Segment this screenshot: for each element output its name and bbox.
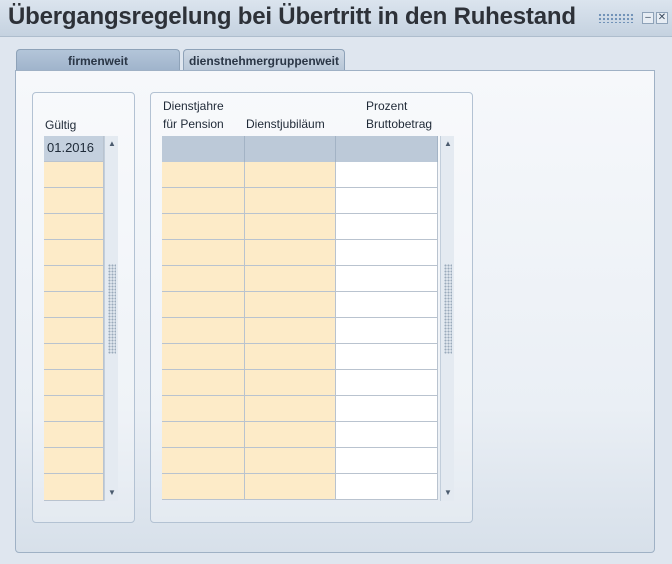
prozent-cell[interactable] bbox=[336, 344, 438, 370]
grid-header-cell bbox=[162, 136, 245, 162]
dienstjahre-cell[interactable] bbox=[162, 292, 245, 318]
dienstjahre-cell[interactable] bbox=[162, 240, 245, 266]
dienstjubilaeum-cell[interactable] bbox=[245, 240, 336, 266]
validity-row[interactable] bbox=[44, 344, 104, 370]
dienstjubilaeum-cell[interactable] bbox=[245, 162, 336, 188]
prozent-cell[interactable] bbox=[336, 162, 438, 188]
dienstjahre-cell[interactable] bbox=[162, 370, 245, 396]
minimize-icon[interactable]: – bbox=[642, 12, 654, 24]
dienstjahre-cell[interactable] bbox=[162, 318, 245, 344]
dienstjubilaeum-cell[interactable] bbox=[245, 266, 336, 292]
dienstjahre-cell[interactable] bbox=[162, 422, 245, 448]
validity-row[interactable] bbox=[44, 448, 104, 474]
grid-header-cell bbox=[245, 136, 336, 162]
validity-row[interactable] bbox=[44, 292, 104, 318]
dienstjahre-cell[interactable] bbox=[162, 396, 245, 422]
dienstjubilaeum-cell[interactable] bbox=[245, 396, 336, 422]
scroll-grip[interactable] bbox=[444, 264, 452, 354]
dienstjubilaeum-cell[interactable] bbox=[245, 318, 336, 344]
dienstjubilaeum-cell[interactable] bbox=[245, 214, 336, 240]
dienstjubilaeum-cell[interactable] bbox=[245, 344, 336, 370]
dienstjubilaeum-cell[interactable] bbox=[245, 448, 336, 474]
dienstjubilaeum-cell[interactable] bbox=[245, 474, 336, 500]
tab-firmenweit[interactable]: firmenweit bbox=[16, 49, 180, 71]
chevron-down-icon[interactable]: ▼ bbox=[442, 487, 454, 499]
dienstjubilaeum-cell[interactable] bbox=[245, 422, 336, 448]
validity-row[interactable]: 01.2016 bbox=[44, 136, 104, 162]
tab-label: dienstnehmergruppenweit bbox=[188, 54, 340, 68]
grip-handle-icon[interactable] bbox=[598, 13, 634, 23]
dienstjahre-cell[interactable] bbox=[162, 266, 245, 292]
dienstjubilaeum-cell[interactable] bbox=[245, 188, 336, 214]
prozent-cell[interactable] bbox=[336, 266, 438, 292]
dienstjubilaeum-cell[interactable] bbox=[245, 292, 336, 318]
chevron-up-icon[interactable]: ▲ bbox=[106, 138, 118, 150]
grid-scrollbar[interactable]: ▲ ▼ bbox=[440, 136, 454, 501]
validity-label: Gültig bbox=[45, 118, 77, 132]
prozent-cell[interactable] bbox=[336, 422, 438, 448]
tab-dienstnehmergruppenweit[interactable]: dienstnehmergruppenweit bbox=[183, 49, 345, 71]
validity-row[interactable] bbox=[44, 370, 104, 396]
dienstjahre-cell[interactable] bbox=[162, 344, 245, 370]
prozent-cell[interactable] bbox=[336, 292, 438, 318]
window-title: Übergangsregelung bei Übertritt in den R… bbox=[8, 3, 576, 30]
validity-scrollbar[interactable]: ▲ ▼ bbox=[104, 136, 118, 501]
validity-row[interactable] bbox=[44, 240, 104, 266]
grid-header-cell bbox=[336, 136, 438, 162]
dienstjahre-cell[interactable] bbox=[162, 214, 245, 240]
prozent-cell[interactable] bbox=[336, 240, 438, 266]
dienstjahre-cell[interactable] bbox=[162, 448, 245, 474]
validity-row[interactable] bbox=[44, 188, 104, 214]
chevron-up-icon[interactable]: ▲ bbox=[442, 138, 454, 150]
prozent-cell[interactable] bbox=[336, 474, 438, 500]
dienstjubilaeum-cell[interactable] bbox=[245, 370, 336, 396]
title-bar: Übergangsregelung bei Übertritt in den R… bbox=[0, 0, 672, 37]
validity-row[interactable] bbox=[44, 422, 104, 448]
tab-label: firmenweit bbox=[67, 54, 128, 68]
validity-row[interactable] bbox=[44, 266, 104, 292]
dienstjahre-cell[interactable] bbox=[162, 474, 245, 500]
validity-row[interactable] bbox=[44, 214, 104, 240]
dienstjahre-cell[interactable] bbox=[162, 188, 245, 214]
close-icon[interactable]: ✕ bbox=[656, 12, 668, 24]
validity-row[interactable] bbox=[44, 396, 104, 422]
prozent-cell[interactable] bbox=[336, 396, 438, 422]
column-header-dienstjahre: Dienstjahre für Pension bbox=[163, 99, 224, 131]
column-header-prozent: Prozent Bruttobetrag bbox=[366, 99, 433, 131]
scroll-grip[interactable] bbox=[108, 264, 116, 354]
column-header-dienstjubilaeum: Dienstjubiläum bbox=[246, 117, 325, 131]
prozent-cell[interactable] bbox=[336, 214, 438, 240]
prozent-cell[interactable] bbox=[336, 188, 438, 214]
validity-row[interactable] bbox=[44, 318, 104, 344]
chevron-down-icon[interactable]: ▼ bbox=[106, 487, 118, 499]
prozent-cell[interactable] bbox=[336, 370, 438, 396]
prozent-cell[interactable] bbox=[336, 448, 438, 474]
validity-row[interactable] bbox=[44, 474, 104, 501]
validity-row[interactable] bbox=[44, 162, 104, 188]
prozent-cell[interactable] bbox=[336, 318, 438, 344]
dienstjahre-cell[interactable] bbox=[162, 162, 245, 188]
